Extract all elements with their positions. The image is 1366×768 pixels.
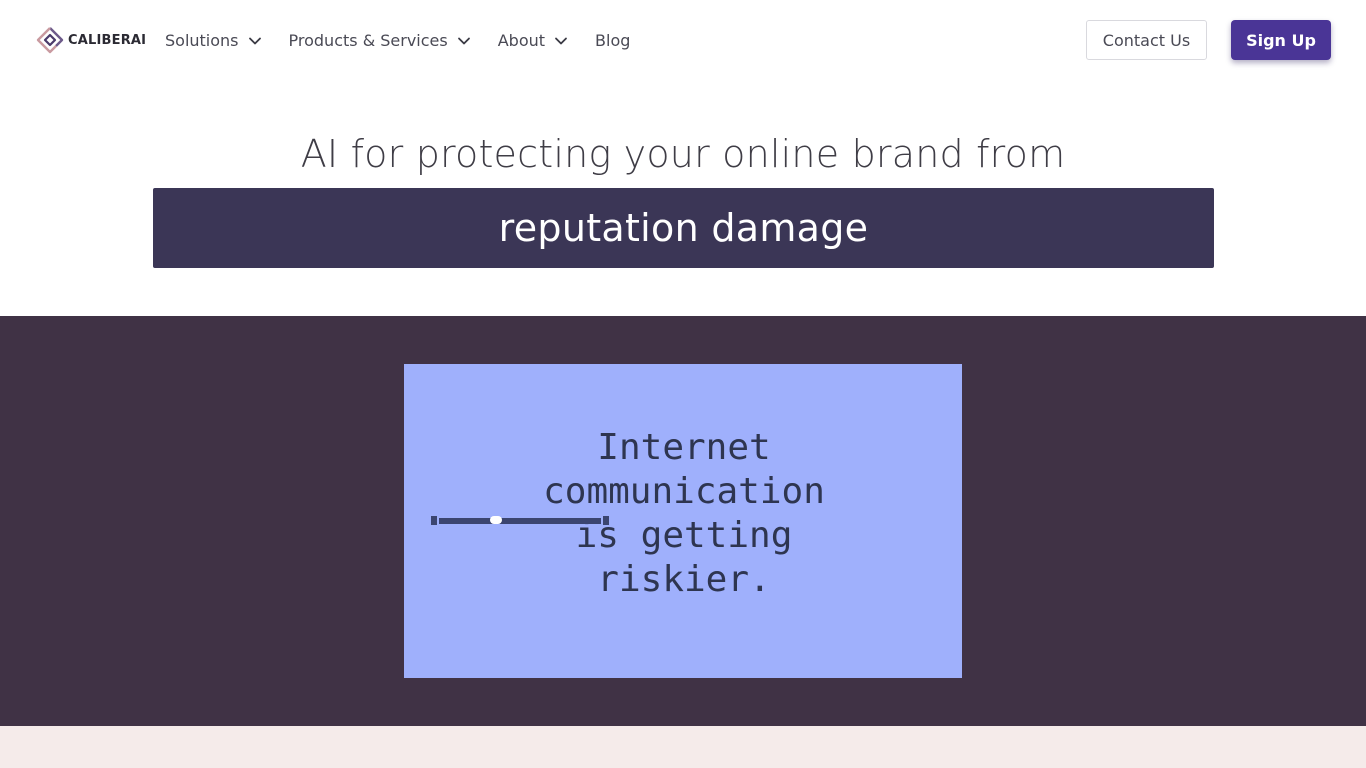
caliberai-logo-icon <box>36 26 64 54</box>
main-nav: Solutions Products & Services About Blog <box>165 29 657 51</box>
video-progress-bar[interactable] <box>431 516 609 525</box>
logo[interactable]: CALIBERAI <box>36 26 146 54</box>
progress-cap-right <box>603 516 609 525</box>
intro-video[interactable]: Internet communication is getting riskie… <box>404 364 962 678</box>
nav-item-label: Solutions <box>165 30 239 50</box>
next-section <box>0 726 1366 768</box>
nav-item-label: Blog <box>595 30 631 50</box>
chevron-down-icon <box>248 33 262 47</box>
chevron-down-icon <box>554 33 568 47</box>
nav-item-label: About <box>497 30 546 50</box>
hero-highlight-box: reputation damage <box>153 188 1214 268</box>
sign-up-button[interactable]: Sign Up <box>1231 20 1331 60</box>
nav-item-blog[interactable]: Blog <box>595 29 630 51</box>
nav-item-products-services[interactable]: Products & Services <box>289 29 471 51</box>
hero-heading: AI for protecting your online brand from <box>300 132 1066 176</box>
site-header: CALIBERAI Solutions Products & Services … <box>0 0 1366 80</box>
video-section: Internet communication is getting riskie… <box>0 316 1366 726</box>
nav-item-solutions[interactable]: Solutions <box>165 29 262 51</box>
progress-track <box>439 518 601 524</box>
logo-text: CALIBERAI <box>68 32 147 48</box>
hero-highlight-text: reputation damage <box>498 206 869 250</box>
video-caption: Internet communication is getting riskie… <box>543 427 825 600</box>
progress-knob[interactable] <box>489 516 502 524</box>
progress-cap-left <box>431 516 437 525</box>
chevron-down-icon <box>457 33 471 47</box>
nav-item-label: Products & Services <box>288 30 448 50</box>
contact-us-button[interactable]: Contact Us <box>1086 20 1207 60</box>
nav-item-about[interactable]: About <box>498 29 568 51</box>
